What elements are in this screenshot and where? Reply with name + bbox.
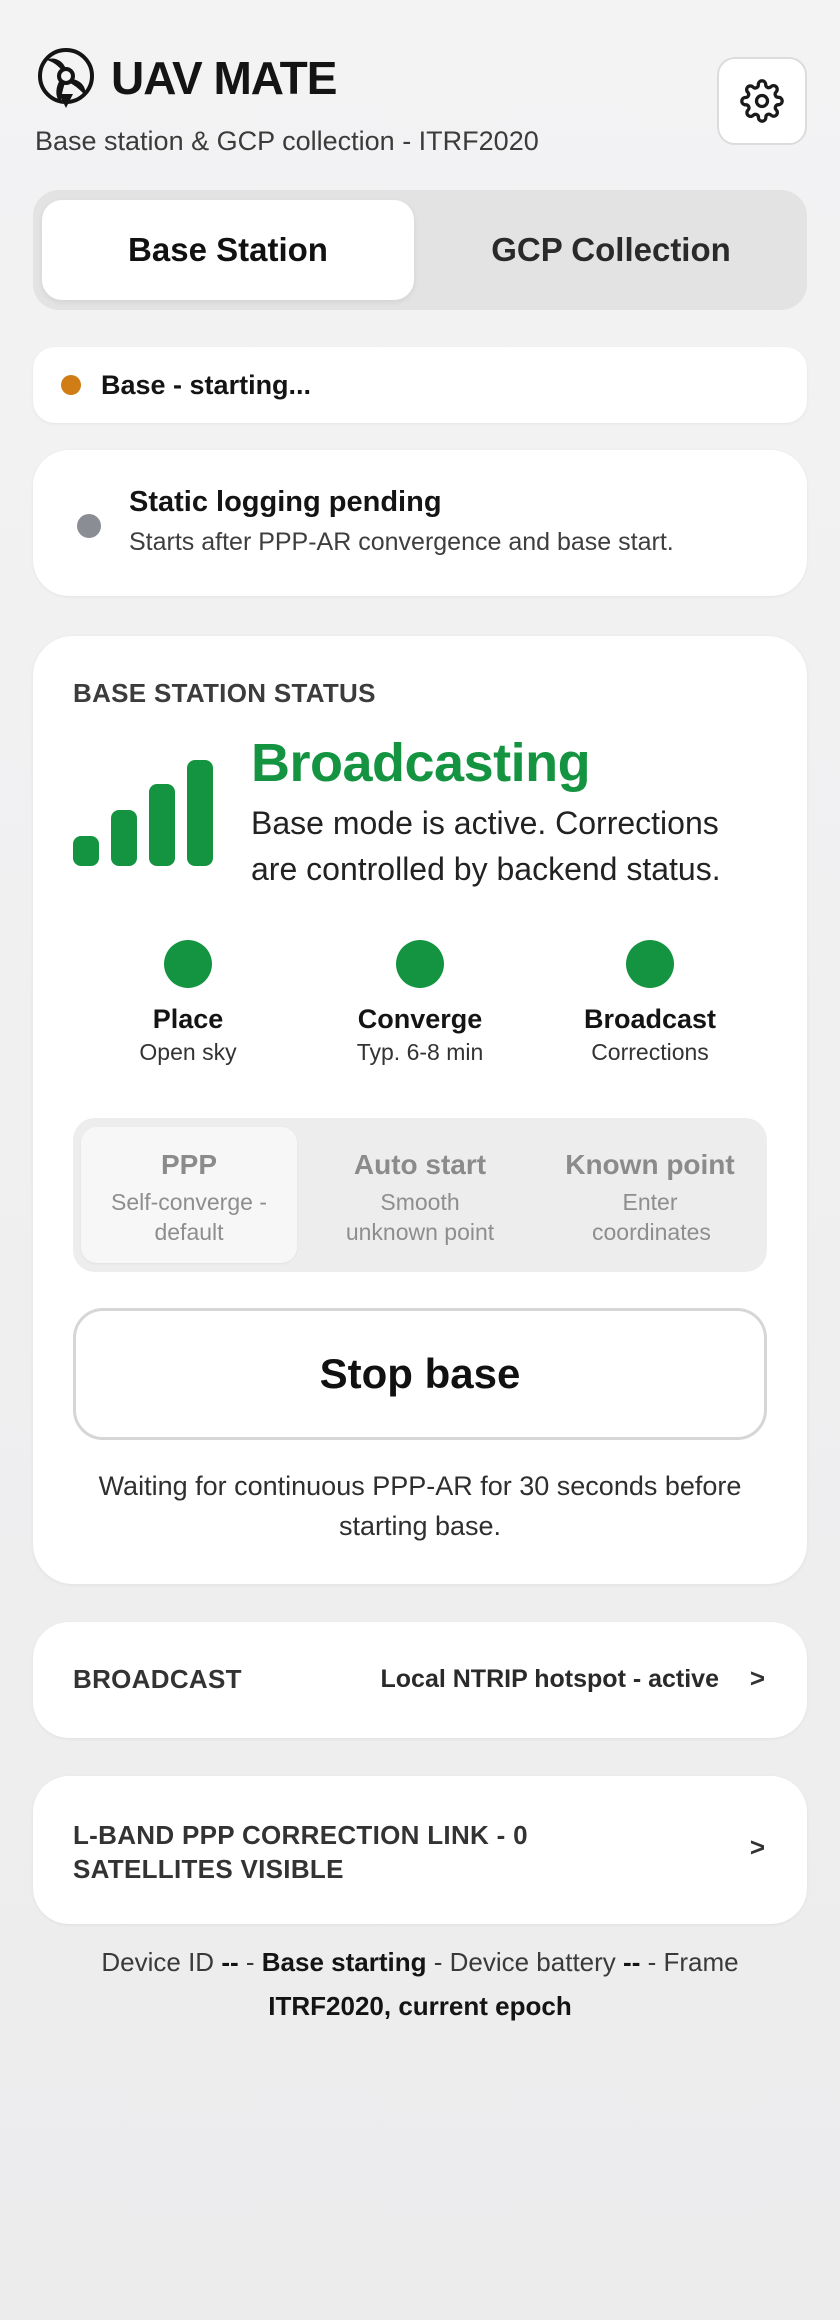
signal-strength-icon (73, 760, 215, 866)
base-state-title: Broadcasting (251, 733, 591, 793)
app-name: UAV MATE (111, 52, 337, 104)
base-mode-selector: PPP Self-converge - default Auto start S… (73, 1118, 767, 1272)
chevron-right-icon: > (749, 1832, 765, 1862)
status-dot-icon (61, 375, 81, 395)
step-broadcast: Broadcast Corrections (535, 940, 765, 1066)
step-place: Place Open sky (73, 940, 303, 1066)
lband-label: L-BAND PPP CORRECTION LINK - 0 SATELLITE… (73, 1820, 528, 1884)
wait-message: Waiting for continuous PPP-AR for 30 sec… (98, 1471, 742, 1541)
step-sub: Open sky (139, 1039, 237, 1065)
step-label: Converge (357, 1004, 483, 1034)
battery-label: Device battery (449, 1947, 616, 1977)
device-footer: Device ID -- - Base starting - Device ba… (33, 1940, 807, 2028)
gear-icon (740, 79, 784, 123)
mode-sub: Enter coordinates (592, 1189, 711, 1245)
mode-sub: Self-converge - default (111, 1189, 267, 1245)
base-status-pill: Base - starting... (33, 347, 807, 423)
frame-value: ITRF2020, current epoch (268, 1991, 572, 2021)
device-state: Base starting (261, 1947, 427, 1977)
broadcast-label: BROADCAST (73, 1664, 242, 1694)
step-complete-icon (164, 940, 212, 988)
separator: - (238, 1947, 262, 1977)
device-id-value: -- (221, 1947, 239, 1977)
step-complete-icon (626, 940, 674, 988)
mode-title: Auto start (353, 1149, 487, 1180)
step-sub: Corrections (591, 1039, 709, 1065)
mode-title: PPP (160, 1149, 218, 1180)
frame-label: Frame (663, 1947, 739, 1977)
mode-tabs: Base Station GCP Collection (33, 190, 807, 310)
broadcast-row[interactable]: BROADCAST Local NTRIP hotspot - active > (33, 1622, 807, 1738)
mode-sub: Smooth unknown point (345, 1189, 495, 1245)
app-subtitle: Base station & GCP collection - ITRF2020 (35, 126, 539, 156)
step-complete-icon (396, 940, 444, 988)
base-status-text: Base - starting... (101, 369, 312, 400)
progress-steps: Place Open sky Converge Typ. 6-8 min Bro… (73, 940, 767, 1080)
logging-status-dot-icon (77, 514, 101, 538)
settings-button[interactable] (717, 57, 807, 145)
broadcast-value: Local NTRIP hotspot - active (380, 1665, 719, 1693)
step-label: Place (152, 1004, 224, 1034)
logging-subtitle: Starts after PPP-AR convergence and base… (129, 528, 674, 556)
mode-title: Known point (565, 1149, 735, 1180)
drone-propeller-icon (38, 48, 94, 108)
tab-gcp-collection[interactable]: GCP Collection (425, 200, 797, 300)
logging-title: Static logging pending (129, 486, 442, 518)
step-sub: Typ. 6-8 min (356, 1039, 484, 1065)
tab-base-station[interactable]: Base Station (42, 200, 414, 300)
stop-base-button[interactable]: Stop base (73, 1308, 767, 1440)
step-converge: Converge Typ. 6-8 min (305, 940, 535, 1066)
step-label: Broadcast (583, 1004, 717, 1034)
base-state-description: Base mode is active. Corrections are con… (251, 805, 721, 887)
mode-auto-start[interactable]: Auto start Smooth unknown point (312, 1127, 528, 1263)
mode-ppp[interactable]: PPP Self-converge - default (81, 1127, 297, 1263)
header: UAV MATE Base station & GCP collection -… (33, 42, 807, 156)
device-id-label: Device ID (101, 1947, 215, 1977)
chevron-right-icon: > (749, 1663, 765, 1693)
card-heading: BASE STATION STATUS (73, 678, 376, 708)
static-logging-card: Static logging pending Starts after PPP-… (33, 450, 807, 596)
base-station-status-card: BASE STATION STATUS Broadcasting Base mo… (33, 636, 807, 1584)
mode-known-point[interactable]: Known point Enter coordinates (542, 1127, 758, 1263)
battery-value: -- (623, 1947, 641, 1977)
separator: - (426, 1947, 450, 1977)
separator: - (640, 1947, 664, 1977)
lband-correction-row[interactable]: L-BAND PPP CORRECTION LINK - 0 SATELLITE… (33, 1776, 807, 1924)
